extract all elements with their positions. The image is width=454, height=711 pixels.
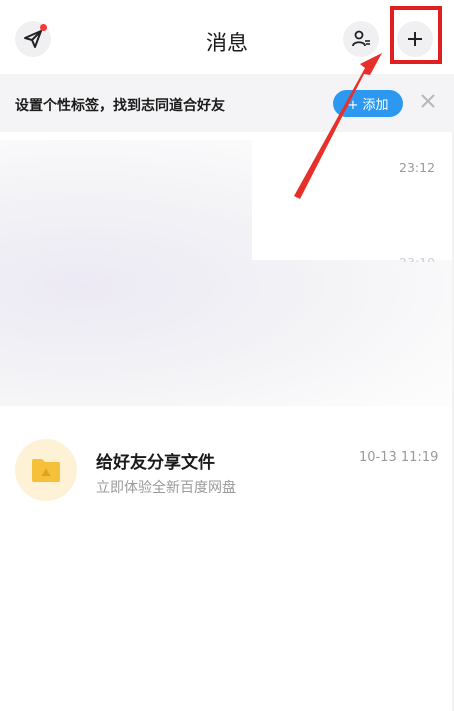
highlight-annotation-box	[390, 6, 442, 64]
conversation-name: 给好友分享文件	[96, 453, 215, 473]
banner-text: 设置个性标签，找到志同道合好友	[15, 98, 225, 114]
contacts-icon	[352, 30, 370, 47]
contacts-button[interactable]	[343, 21, 379, 57]
conversation-preview: 立即体验全新百度网盘	[96, 480, 236, 496]
close-icon[interactable]	[419, 92, 437, 110]
page-title: 消息	[206, 31, 248, 55]
conversation-time: 23:12	[399, 160, 436, 175]
conversation-time: 23:10	[399, 255, 435, 262]
folder-icon	[32, 459, 60, 482]
add-tag-button[interactable]: + 添加	[333, 90, 403, 117]
conversation-time: 10-13 11:19	[359, 450, 439, 465]
top-bar: 消息	[0, 0, 454, 74]
avatar	[15, 439, 77, 501]
conversation-item[interactable]: 给好友分享文件 立即体验全新百度网盘 10-13 11:19	[0, 430, 454, 512]
blurred-conversation-patch	[252, 140, 454, 260]
